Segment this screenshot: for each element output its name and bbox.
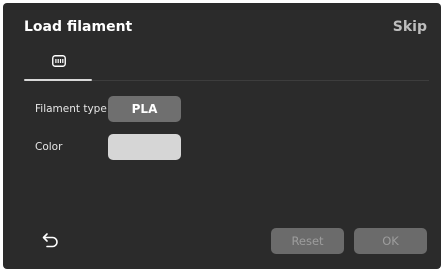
filament-type-selector[interactable]: PLA (108, 96, 181, 122)
ok-button[interactable]: OK (354, 228, 427, 254)
color-label: Color (35, 141, 63, 153)
tab-divider (92, 80, 429, 81)
filament-type-label: Filament type (35, 103, 107, 115)
tab-filament-spool[interactable] (24, 51, 92, 81)
load-filament-screen: Load filament Skip Filament type PLA Col… (3, 3, 441, 269)
page-title: Load filament (24, 19, 133, 35)
reset-button[interactable]: Reset (271, 228, 344, 254)
filament-spool-icon (52, 55, 66, 67)
active-tab-indicator (24, 79, 92, 81)
color-selector[interactable] (108, 134, 181, 160)
back-arrow-icon[interactable] (41, 231, 61, 249)
skip-button[interactable]: Skip (393, 19, 427, 35)
tab-bar (24, 51, 429, 81)
